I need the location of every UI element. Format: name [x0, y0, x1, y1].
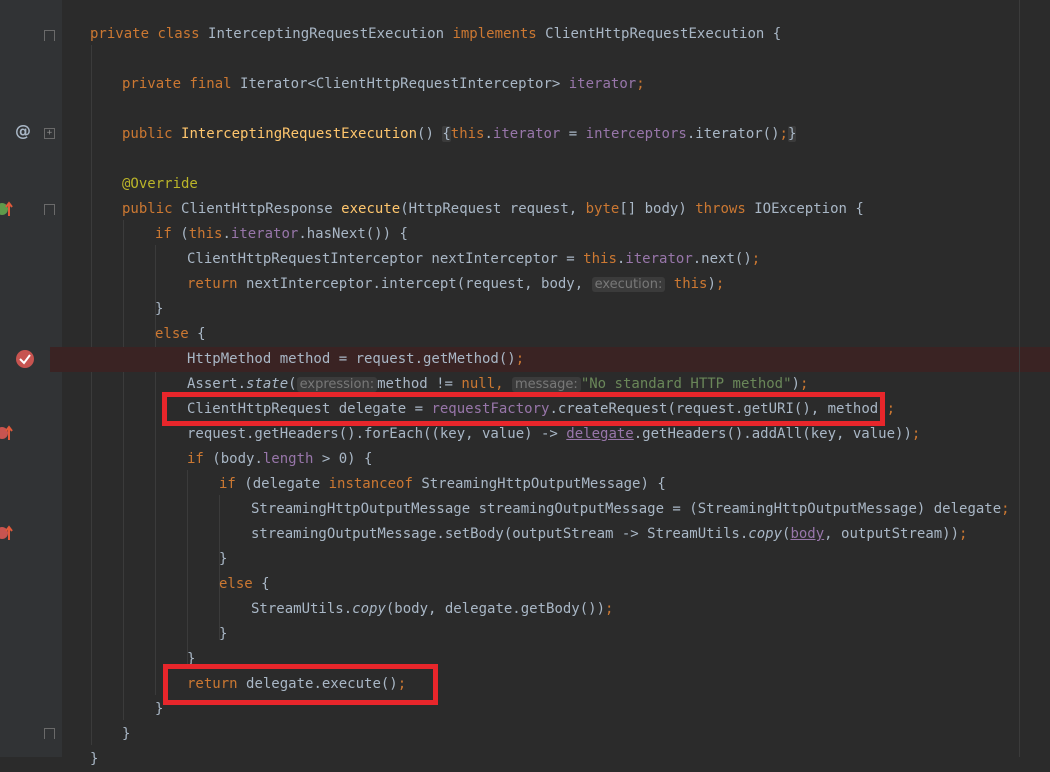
code-line[interactable]: StreamUtils.copy(body, delegate.getBody(…	[62, 597, 1050, 622]
code-line[interactable]: if (this.iterator.hasNext()) {	[62, 222, 1050, 247]
editor-gutter[interactable]: + @	[0, 0, 62, 757]
code-line[interactable]: else {	[62, 322, 1050, 347]
breakpoint-line[interactable]: HttpMethod method = request.getMethod();	[50, 347, 1050, 372]
code-line[interactable]: else {	[62, 572, 1050, 597]
code-line[interactable]: if (body.length > 0) {	[62, 447, 1050, 472]
code-line[interactable]: StreamingHttpOutputMessage streamingOutp…	[62, 497, 1050, 522]
code-line[interactable]: public ClientHttpResponse execute(HttpRe…	[62, 197, 1050, 222]
code-editor[interactable]: private class InterceptingRequestExecuti…	[50, 0, 1050, 767]
right-margin-guide	[1019, 0, 1020, 757]
highlight-box	[162, 392, 885, 426]
parameter-hint: message:	[512, 377, 581, 392]
implementation-marker-icon[interactable]	[0, 524, 14, 542]
breakpoint-icon[interactable]	[15, 349, 35, 369]
implementation-marker-icon[interactable]	[0, 424, 14, 442]
override-method-icon[interactable]	[0, 200, 14, 218]
code-line[interactable]: }	[62, 722, 1050, 747]
code-line[interactable]: }	[62, 547, 1050, 572]
code-line[interactable]: if (delegate instanceof StreamingHttpOut…	[62, 472, 1050, 497]
at-icon[interactable]: @	[15, 121, 31, 140]
code-line[interactable]: return nextInterceptor.intercept(request…	[62, 272, 1050, 297]
code-line[interactable]: }	[62, 297, 1050, 322]
fold-marker-icon[interactable]	[44, 204, 55, 215]
fold-marker-icon[interactable]	[44, 30, 55, 41]
code-line[interactable]: }	[62, 622, 1050, 647]
fold-expand-icon[interactable]: +	[44, 128, 55, 139]
code-line[interactable]: private final Iterator<ClientHttpRequest…	[62, 72, 1050, 97]
parameter-hint: execution:	[591, 277, 666, 292]
fold-marker-icon[interactable]	[44, 728, 55, 739]
code-line[interactable]: ClientHttpRequestInterceptor nextInterce…	[62, 247, 1050, 272]
parameter-hint: expression:	[296, 377, 378, 392]
code-line[interactable]: private class InterceptingRequestExecuti…	[62, 22, 1050, 47]
highlight-box	[163, 664, 438, 705]
code-line[interactable]: public InterceptingRequestExecution() {t…	[62, 122, 1050, 147]
code-line[interactable]: }	[62, 747, 1050, 772]
code-line[interactable]: @Override	[62, 172, 1050, 197]
code-line[interactable]: streamingOutputMessage.setBody(outputStr…	[62, 522, 1050, 547]
